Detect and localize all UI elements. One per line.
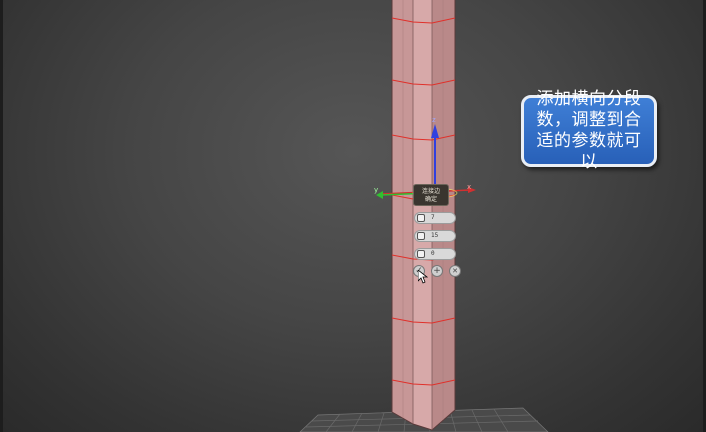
plus-icon: + <box>433 266 441 276</box>
pinch-icon <box>417 232 425 240</box>
scene-canvas[interactable]: z x y <box>0 0 706 432</box>
pinch-spinner[interactable]: 15 <box>414 230 456 242</box>
segments-spinner[interactable]: 7 <box>414 212 456 224</box>
slide-value: 0 <box>431 250 435 257</box>
pinch-value: 15 <box>431 232 439 239</box>
caddy-title-line1: 连接边 <box>421 188 440 195</box>
connect-edges-caddy-title: 连接边 确定 <box>413 184 449 206</box>
caddy-title-line2: 确定 <box>424 196 437 203</box>
tutorial-callout: 添加横向分段数，调整到合适的参数就可以 <box>521 89 657 172</box>
axis-x-label: x <box>467 183 471 191</box>
caddy-cancel-button[interactable]: ✕ <box>449 265 461 277</box>
perspective-viewport[interactable]: z x y 连接边 确定 7 15 0 ✓ + ✕ <box>0 0 706 432</box>
segments-icon <box>417 214 425 222</box>
mouse-cursor-icon <box>418 270 428 284</box>
callout-text: 添加横向分段数，调整到合适的参数就可以 <box>536 89 642 172</box>
slide-spinner[interactable]: 0 <box>414 248 456 260</box>
axis-z-label: z <box>432 116 436 124</box>
close-icon: ✕ <box>452 267 458 275</box>
axis-y-label: y <box>374 186 378 194</box>
slide-icon <box>417 250 425 258</box>
segments-value: 7 <box>431 214 435 221</box>
caddy-apply-button[interactable]: + <box>431 265 443 277</box>
